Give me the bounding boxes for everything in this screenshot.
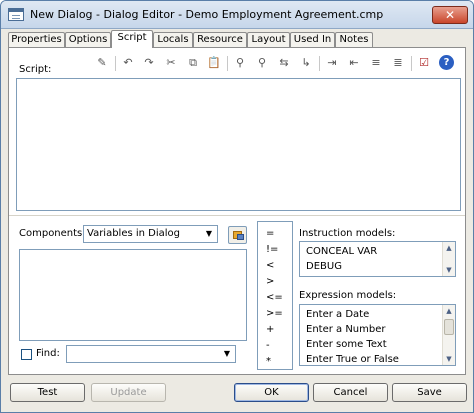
toolbar-separator: [319, 56, 320, 71]
close-button[interactable]: ✕: [432, 6, 468, 24]
magic-wand-icon[interactable]: ✎: [95, 56, 109, 70]
uncomment-icon[interactable]: ≣: [391, 56, 405, 70]
tab-locals[interactable]: Locals: [153, 32, 193, 47]
window-icon: [8, 8, 24, 21]
undo-icon[interactable]: ↶: [121, 56, 135, 70]
operator-multiply[interactable]: *: [258, 356, 292, 368]
toolbar-separator: [115, 56, 116, 71]
window-title: New Dialog - Dialog Editor - Demo Employ…: [30, 8, 384, 21]
chevron-down-icon[interactable]: ▼: [201, 226, 217, 242]
list-item[interactable]: Enter True or False: [300, 352, 455, 365]
components-list[interactable]: [19, 249, 247, 341]
expression-models-list[interactable]: Enter a Date Enter a Number Enter some T…: [299, 304, 456, 366]
toolbar-separator: [411, 56, 412, 71]
script-label: Script:: [19, 64, 52, 75]
tab-properties[interactable]: Properties: [8, 32, 65, 47]
script-tab-panel: Script: ✎ ↶ ↷ ✂ ⧉ 📋 ⚲ ⚲ ⇆ ↳ ⇥ ⇤ ≡ ≣ ☑ ? …: [8, 47, 466, 375]
component-icon-overlay: [237, 234, 244, 240]
operator-not-equals[interactable]: !=: [258, 244, 292, 256]
title-bar[interactable]: New Dialog - Dialog Editor - Demo Employ…: [1, 1, 473, 29]
scroll-thumb[interactable]: [444, 319, 454, 335]
operators-list: = != < > <= >= + - *: [257, 221, 293, 370]
paste-icon[interactable]: 📋: [207, 56, 221, 70]
instruction-models-list[interactable]: CONCEAL VAR DEBUG ▲ ▼: [299, 241, 456, 277]
find-dropdown[interactable]: ▼: [66, 345, 236, 363]
find-next-icon[interactable]: ⚲: [255, 56, 269, 70]
find-label: Find:: [36, 348, 60, 359]
insert-component-button[interactable]: [228, 226, 247, 244]
operator-minus[interactable]: -: [258, 340, 292, 352]
dialog-editor-window: New Dialog - Dialog Editor - Demo Employ…: [0, 0, 474, 413]
scroll-down-icon[interactable]: ▼: [443, 353, 455, 365]
operator-plus[interactable]: +: [258, 324, 292, 336]
list-item[interactable]: Enter a Date: [300, 307, 455, 322]
cut-icon[interactable]: ✂: [164, 56, 178, 70]
save-button[interactable]: Save: [392, 383, 467, 402]
components-label: Components:: [19, 228, 86, 239]
find-checkbox[interactable]: [21, 349, 32, 360]
toolbar-separator: [227, 56, 228, 71]
check-syntax-icon[interactable]: ☑: [417, 56, 431, 70]
list-item[interactable]: Enter a Number: [300, 322, 455, 337]
go-to-icon[interactable]: ↳: [299, 56, 313, 70]
scroll-down-icon[interactable]: ▼: [443, 264, 455, 276]
list-item[interactable]: CONCEAL VAR: [300, 244, 455, 259]
outdent-icon[interactable]: ⇤: [347, 56, 361, 70]
tab-resource[interactable]: Resource: [193, 32, 247, 47]
scroll-up-icon[interactable]: ▲: [443, 242, 455, 254]
tab-notes[interactable]: Notes: [335, 32, 373, 47]
test-button[interactable]: Test: [10, 383, 85, 402]
components-dropdown[interactable]: Variables in Dialog ▼: [83, 225, 218, 243]
operator-less-than[interactable]: <: [258, 260, 292, 272]
components-dropdown-value: Variables in Dialog: [87, 228, 181, 239]
cancel-button[interactable]: Cancel: [313, 383, 388, 402]
tab-options[interactable]: Options: [65, 32, 111, 47]
operator-greater-or-equal[interactable]: >=: [258, 308, 292, 320]
operator-greater-than[interactable]: >: [258, 276, 292, 288]
list-item[interactable]: DEBUG: [300, 259, 455, 274]
tab-used-in[interactable]: Used In: [290, 32, 335, 47]
scroll-up-icon[interactable]: ▲: [443, 305, 455, 317]
chevron-down-icon[interactable]: ▼: [219, 346, 235, 362]
section-divider: [9, 215, 465, 216]
ok-button[interactable]: OK: [234, 383, 309, 402]
instruction-models-label: Instruction models:: [299, 228, 396, 239]
scrollbar[interactable]: ▲ ▼: [442, 242, 455, 276]
update-button[interactable]: Update: [91, 383, 166, 402]
indent-icon[interactable]: ⇥: [325, 56, 339, 70]
replace-icon[interactable]: ⇆: [277, 56, 291, 70]
tab-layout[interactable]: Layout: [247, 32, 290, 47]
redo-icon[interactable]: ↷: [142, 56, 156, 70]
list-item[interactable]: Enter some Text: [300, 337, 455, 352]
operator-equals[interactable]: =: [258, 228, 292, 240]
script-editor[interactable]: [16, 78, 461, 211]
find-icon[interactable]: ⚲: [233, 56, 247, 70]
expression-models-label: Expression models:: [299, 290, 397, 301]
operator-less-or-equal[interactable]: <=: [258, 292, 292, 304]
comment-icon[interactable]: ≡: [369, 56, 383, 70]
copy-icon[interactable]: ⧉: [186, 56, 200, 70]
scrollbar[interactable]: ▲ ▼: [442, 305, 455, 365]
help-icon[interactable]: ?: [439, 55, 454, 70]
tab-script[interactable]: Script: [111, 30, 153, 48]
